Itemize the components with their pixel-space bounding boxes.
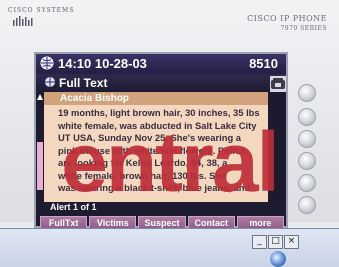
screen-title: Full Text: [59, 76, 108, 90]
window-controls: _ □ ×: [252, 235, 299, 249]
handset-icon: [270, 76, 286, 92]
line-button-1[interactable]: [298, 84, 316, 102]
brand-logo-text: CISCO SYSTEMS: [8, 7, 75, 14]
globe-icon: [40, 56, 54, 70]
extension-number: 8510: [249, 56, 278, 71]
minimize-button[interactable]: _: [252, 235, 267, 249]
model-series: 7970 SERIES: [280, 25, 327, 32]
watermark-text: entral: [61, 115, 280, 209]
model-label: CISCO IP PHONE 7970 SERIES: [247, 14, 327, 34]
cisco-logo-icon: [13, 16, 33, 26]
close-button[interactable]: ×: [284, 235, 299, 249]
scroll-up-arrow-icon[interactable]: [37, 94, 43, 100]
screen-title-bar: Full Text: [36, 74, 286, 92]
maximize-button[interactable]: □: [268, 235, 283, 249]
model-name: CISCO IP PHONE: [247, 14, 327, 23]
window-title-bar: _ □ ×: [0, 228, 339, 267]
date-time: 14:10 10-28-03: [58, 56, 147, 71]
phone-icon: [271, 78, 285, 89]
browser-globe-icon: [270, 251, 286, 267]
status-bar: 14:10 10-28-03 8510: [36, 54, 286, 74]
contact-name: Acacia Bishop: [44, 92, 268, 105]
globe-icon: [45, 77, 55, 87]
